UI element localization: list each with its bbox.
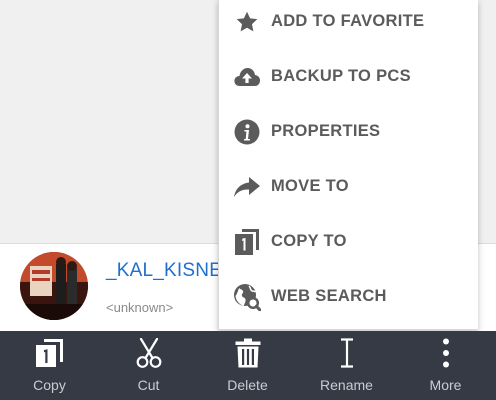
menu-item-label: MOVE TO xyxy=(271,177,349,195)
menu-item-copy-to[interactable]: COPY TO xyxy=(219,214,479,269)
album-art-thumbnail[interactable] xyxy=(20,252,88,320)
trash-icon xyxy=(198,337,297,369)
cut-label: Cut xyxy=(137,377,160,393)
rename-label: Rename xyxy=(320,377,373,393)
menu-item-label: ADD TO FAVORITE xyxy=(271,12,425,30)
cut-button[interactable]: Cut xyxy=(99,331,198,400)
text-cursor-icon xyxy=(297,337,396,369)
globe-search-icon xyxy=(233,283,261,311)
cloud-upload-icon xyxy=(233,63,261,91)
copy-icon xyxy=(0,337,99,369)
menu-item-label: BACKUP TO PCS xyxy=(271,67,411,85)
more-label: More xyxy=(429,377,462,393)
scissors-icon xyxy=(99,337,198,369)
copy-label: Copy xyxy=(33,377,66,393)
menu-item-add-to-favorite[interactable]: ADD TO FAVORITE xyxy=(219,0,479,49)
delete-label: Delete xyxy=(227,377,268,393)
menu-item-label: COPY TO xyxy=(271,232,347,250)
copy-icon xyxy=(233,228,261,256)
copy-button[interactable]: Copy xyxy=(0,331,99,400)
menu-item-backup-to-pcs[interactable]: BACKUP TO PCS xyxy=(219,49,479,104)
menu-item-label: WEB SEARCH xyxy=(271,287,387,305)
file-title[interactable]: _KAL_KISNE xyxy=(106,260,222,282)
delete-button[interactable]: Delete xyxy=(198,331,297,400)
info-icon xyxy=(233,118,261,146)
bottom-action-bar: Copy Cut Delete Rename More xyxy=(0,331,496,400)
menu-item-move-to[interactable]: MOVE TO xyxy=(219,159,479,214)
file-subtitle: <unknown> xyxy=(106,300,174,315)
more-vertical-icon xyxy=(396,337,495,369)
menu-item-web-search[interactable]: WEB SEARCH xyxy=(219,269,479,324)
menu-item-label: PROPERTIES xyxy=(271,122,381,140)
context-menu: ADD TO FAVORITE BACKUP TO PCS PROPERTIES xyxy=(218,0,478,330)
more-button[interactable]: More xyxy=(396,331,495,400)
forward-arrow-icon xyxy=(233,173,261,201)
menu-item-properties[interactable]: PROPERTIES xyxy=(219,104,479,159)
star-icon xyxy=(233,8,261,36)
rename-button[interactable]: Rename xyxy=(297,331,396,400)
